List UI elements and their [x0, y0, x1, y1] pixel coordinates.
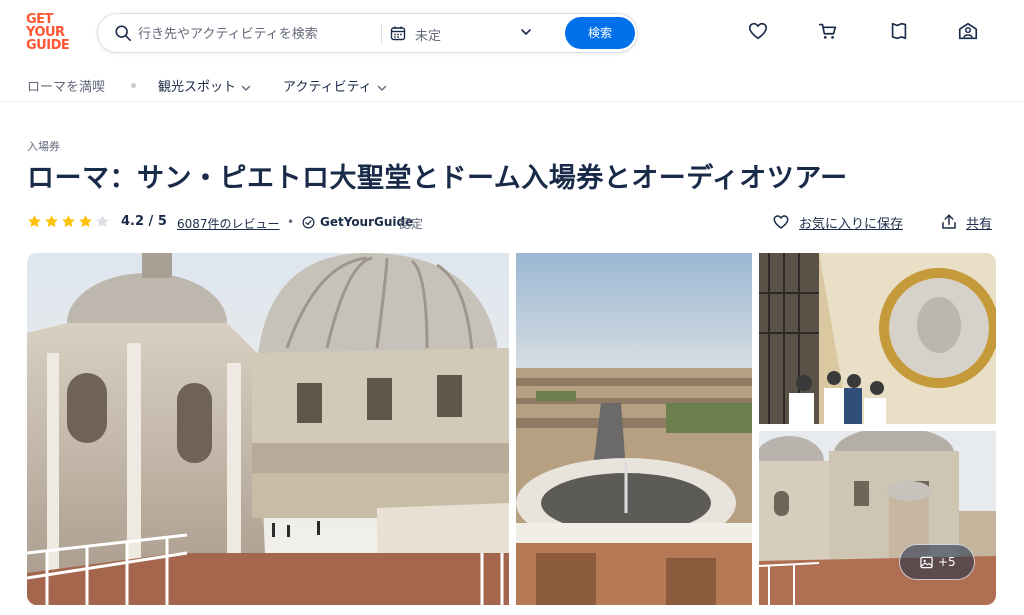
- star-filled-icon: [79, 215, 92, 228]
- rating-row: 4.2 / 5 6087件のレビュー • GetYourGuide 認定 お気に…: [27, 212, 997, 232]
- profile-icon[interactable]: [957, 20, 979, 42]
- share-button[interactable]: 共有: [966, 213, 992, 232]
- photo-square-illustration: [516, 253, 752, 605]
- chevron-down-icon: [241, 85, 251, 91]
- verified-check-icon: [302, 216, 315, 229]
- star-empty-icon: [96, 215, 109, 228]
- bookmark-icon[interactable]: [888, 20, 910, 42]
- separator-dot: •: [287, 215, 295, 229]
- nav-item-activities[interactable]: アクティビティ: [283, 76, 387, 95]
- show-more-photos-button[interactable]: +5: [899, 544, 975, 580]
- page-title: ローマ：サン・ピエトロ大聖堂とドーム入場券とオーディオツアー: [27, 163, 848, 194]
- photo-interior-illustration: [759, 253, 996, 424]
- chevron-down-icon[interactable]: [520, 26, 532, 38]
- search-bar: 未定 検索: [97, 13, 638, 53]
- nav-separator-dot: [131, 83, 136, 88]
- chevron-down-icon: [377, 85, 386, 91]
- gallery-photo-domes[interactable]: [27, 253, 509, 605]
- heart-icon[interactable]: [772, 213, 790, 231]
- sub-navigation: ローマを満喫 観光スポット アクティビティ: [0, 66, 1024, 102]
- search-input[interactable]: [138, 25, 378, 43]
- logo-line-3: GUIDE: [26, 38, 70, 53]
- star-filled-icon: [62, 215, 75, 228]
- cart-icon[interactable]: [817, 20, 839, 42]
- image-icon: [920, 556, 933, 569]
- nav-item-explore-rome[interactable]: ローマを満喫: [27, 76, 105, 95]
- star-filled-icon: [45, 215, 58, 228]
- search-divider: [381, 24, 382, 44]
- nav-item-attractions-label: 観光スポット: [158, 80, 237, 95]
- nav-item-attractions[interactable]: 観光スポット: [158, 76, 251, 95]
- share-icon[interactable]: [940, 213, 958, 231]
- add-to-wishlist-button[interactable]: お気に入りに保存: [799, 213, 903, 232]
- top-header: GET YOUR GUIDE 未定 検索: [0, 0, 1024, 66]
- date-picker-label[interactable]: 未定: [415, 25, 441, 44]
- star-filled-icon: [28, 215, 41, 228]
- reviews-link[interactable]: 6087件のレビュー: [177, 215, 280, 232]
- gallery-photo-dome-interior[interactable]: [759, 253, 996, 424]
- rating-value: 4.2 / 5: [121, 214, 167, 229]
- breadcrumb[interactable]: 入場券: [27, 138, 60, 154]
- nav-item-activities-label: アクティビティ: [283, 80, 372, 95]
- photo-domes-illustration: [27, 253, 509, 605]
- search-button[interactable]: 検索: [565, 17, 635, 49]
- heart-icon[interactable]: [747, 20, 769, 42]
- verified-label: 認定: [399, 217, 424, 231]
- getyourguide-logo[interactable]: GET YOUR GUIDE: [26, 13, 78, 52]
- calendar-icon: [390, 26, 406, 41]
- more-photos-count: +5: [938, 555, 956, 569]
- rating-stars: [27, 214, 112, 233]
- search-icon: [115, 25, 132, 42]
- gallery-photo-square-aerial[interactable]: [516, 253, 752, 605]
